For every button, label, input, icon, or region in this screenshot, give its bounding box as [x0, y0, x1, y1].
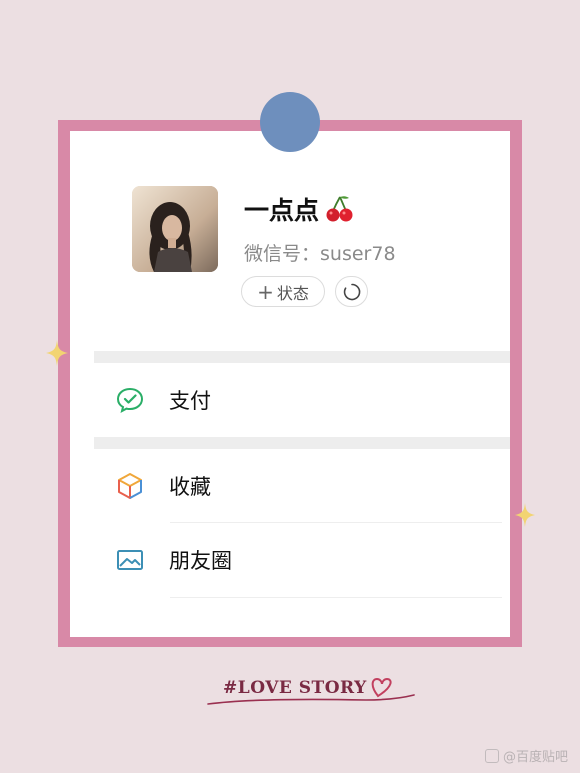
menu-item-favorites-label: 收藏 — [169, 475, 211, 499]
wechat-id-label: 微信号： — [244, 243, 321, 265]
wechat-pay-icon — [115, 385, 145, 415]
menu-item-favorites[interactable]: 收藏 — [94, 449, 510, 523]
watermark: @百度贴吧 — [484, 746, 568, 765]
tieba-logo-icon — [484, 748, 499, 763]
watermark-text: @百度贴吧 — [502, 750, 568, 765]
heart-underline-icon — [207, 677, 415, 705]
photo-album-icon — [115, 545, 145, 575]
love-story-signature: #LOVE STORY — [206, 672, 418, 712]
wechat-id[interactable]: 微信号：suser78 — [244, 239, 396, 266]
wechat-me-panel: 一点点 微信号：suser78 + 状态 支付 收藏 朋友圈 — [70, 131, 510, 637]
menu-item-pay-label: 支付 — [169, 389, 211, 413]
nickname-text: 一点点 — [244, 196, 320, 225]
favorites-cube-icon — [115, 471, 145, 501]
section-separator — [94, 437, 510, 449]
refresh-circle-icon — [343, 283, 360, 300]
pin-circle — [260, 92, 320, 152]
status-button-label: 状态 — [276, 283, 309, 303]
sparkle-left-icon — [46, 340, 68, 366]
menu-item-moments[interactable]: 朋友圈 — [94, 523, 510, 597]
wechat-id-value: suser78 — [320, 243, 396, 265]
add-status-button[interactable]: + 状态 — [241, 276, 325, 307]
nickname: 一点点 — [244, 191, 355, 227]
cherry-icon — [326, 196, 353, 222]
plus-icon: + — [257, 279, 274, 304]
section-separator — [94, 351, 510, 363]
avatar[interactable] — [132, 186, 218, 272]
menu-item-pay[interactable]: 支付 — [94, 363, 510, 437]
row-divider — [170, 597, 502, 598]
menu-item-moments-label: 朋友圈 — [169, 549, 232, 573]
sparkle-right-icon — [514, 503, 536, 527]
avatar-portrait-image — [132, 186, 218, 272]
refresh-status-button[interactable] — [335, 276, 368, 307]
